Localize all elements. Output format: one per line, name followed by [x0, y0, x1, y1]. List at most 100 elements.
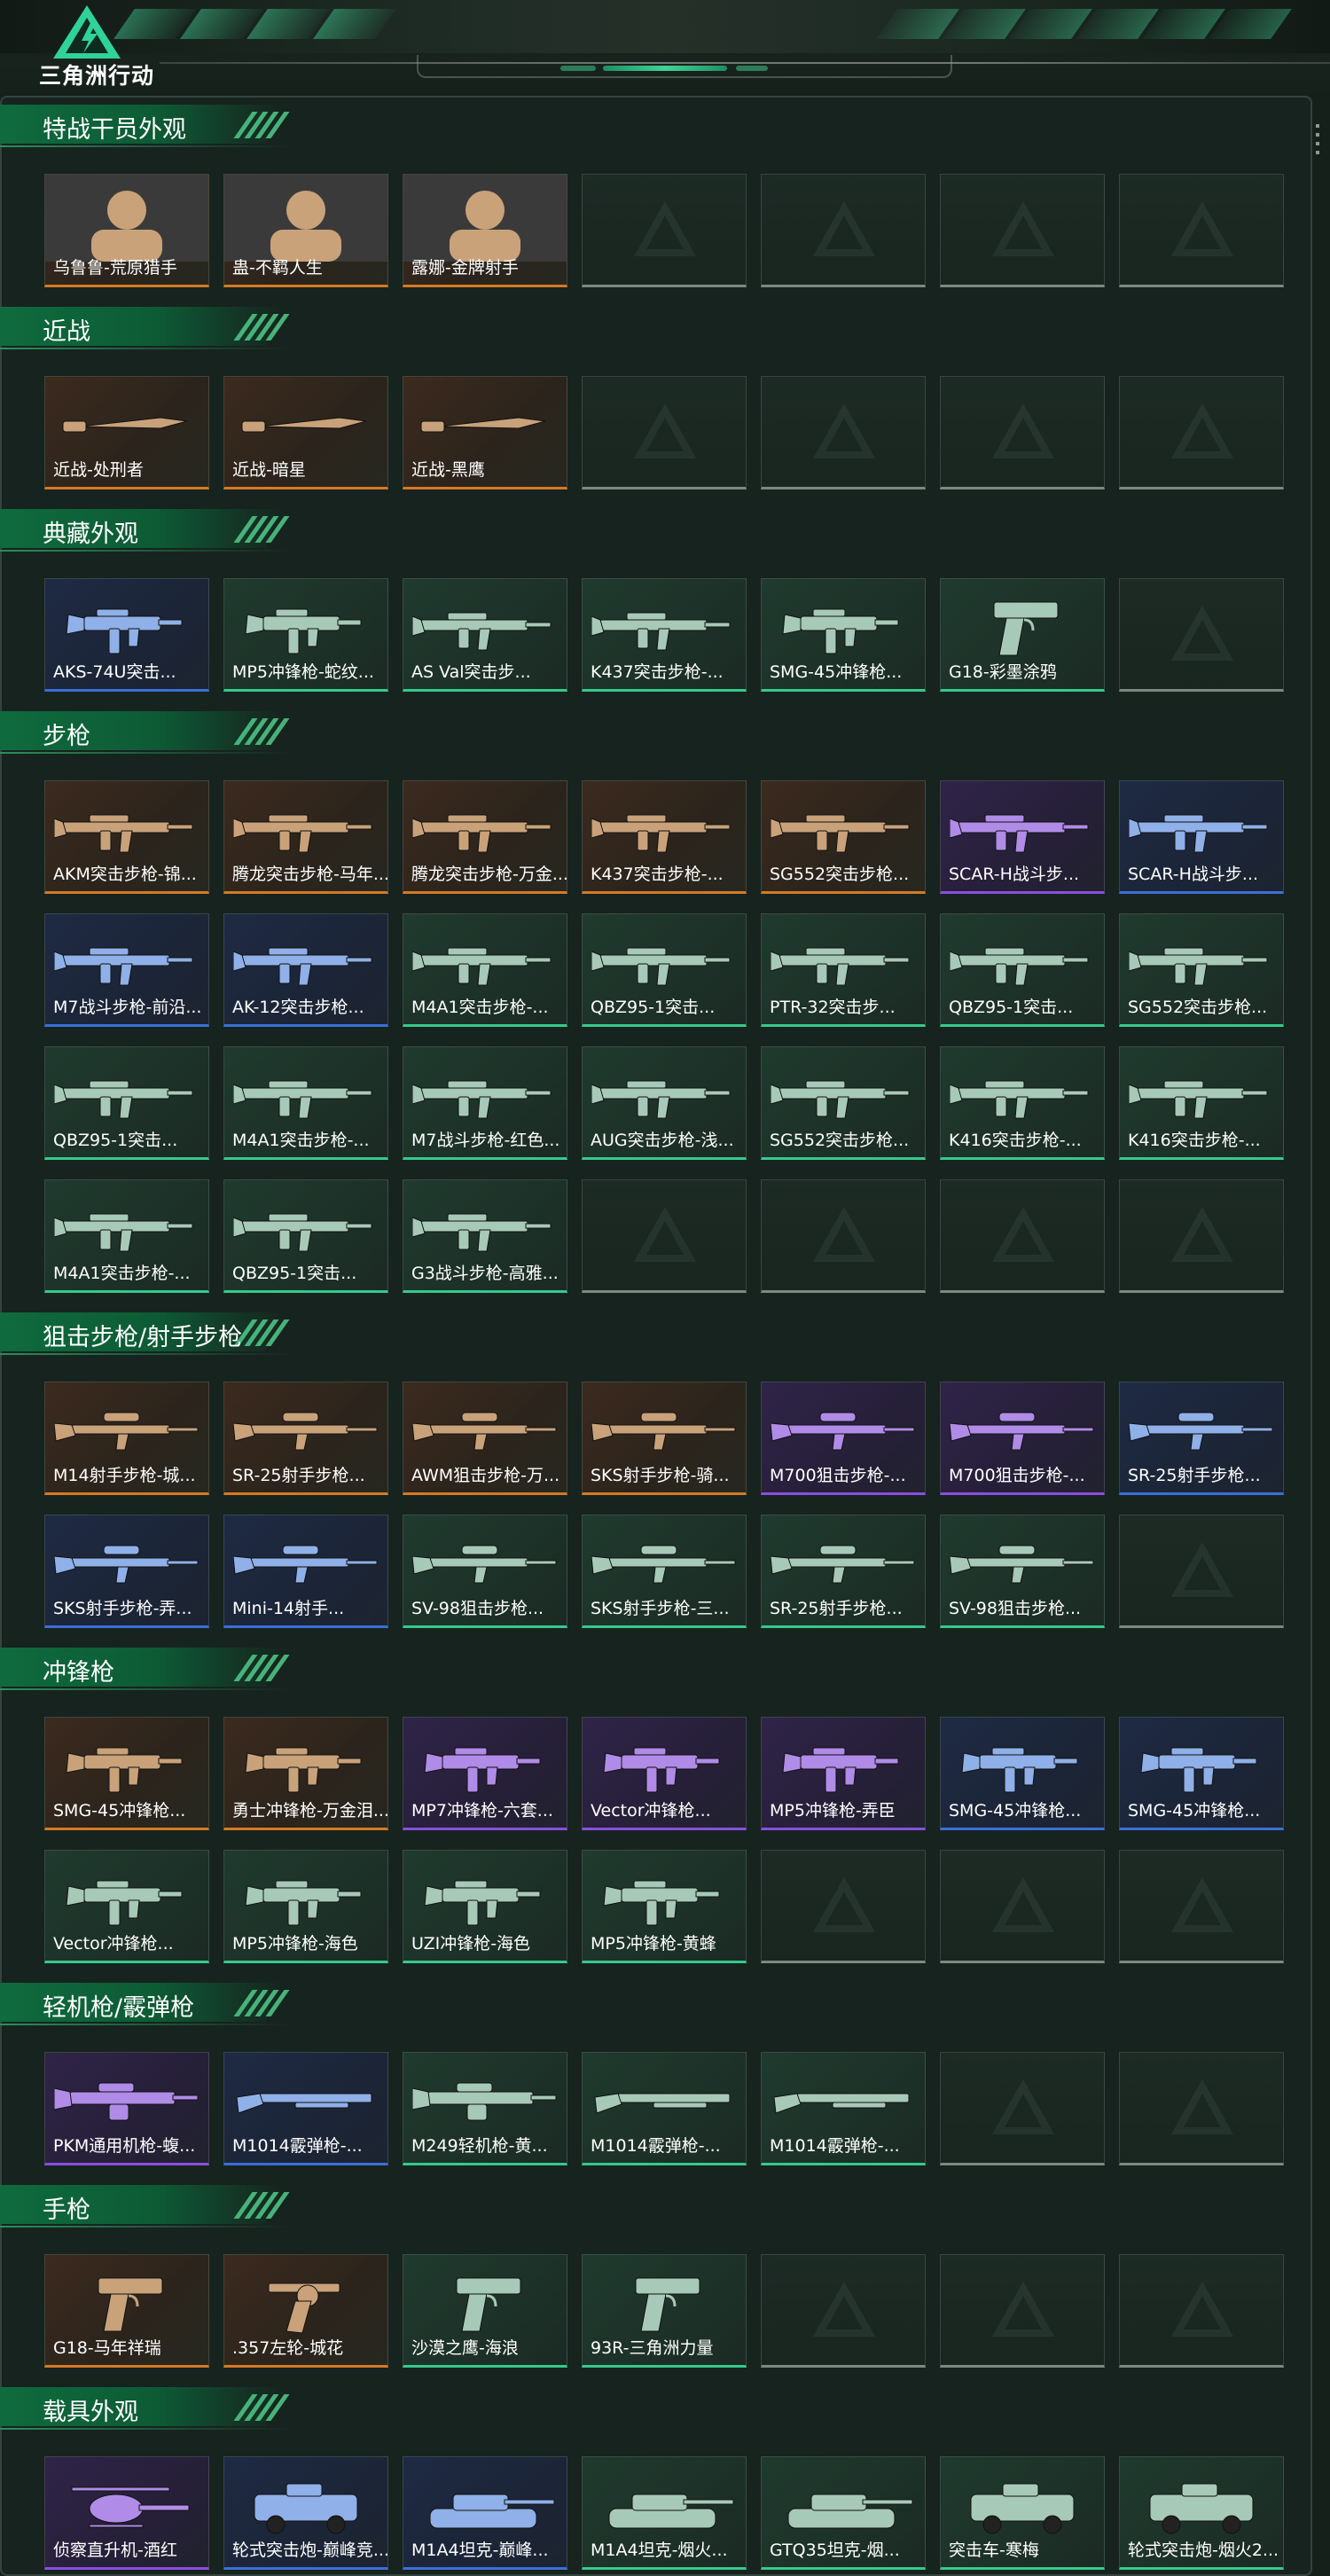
item-card[interactable]: 腾龙突击步枪-万金... [403, 780, 567, 894]
item-name: SR-25射手步枪... [232, 1466, 365, 1485]
item-card[interactable]: 突击车-寒梅 [940, 2456, 1105, 2570]
item-card[interactable]: PKM通用机枪-蝮... [44, 2052, 209, 2165]
item-card[interactable]: PTR-32突击步... [761, 913, 926, 1027]
item-card[interactable]: SG552突击步枪... [761, 780, 926, 894]
item-card[interactable]: AK-12突击步枪... [223, 913, 388, 1027]
item-name: QBZ95-1突击... [232, 1264, 357, 1283]
item-card[interactable]: M1014霰弹枪-... [582, 2052, 747, 2165]
item-card[interactable]: AWM狙击步枪-万... [403, 1382, 567, 1495]
item-card[interactable]: K416突击步枪-... [1119, 1046, 1284, 1160]
item-card[interactable]: Vector冲锋枪... [44, 1850, 209, 1963]
item-card[interactable]: K437突击步枪-... [582, 578, 747, 692]
item-card[interactable]: .357左轮-城花 [223, 2254, 388, 2368]
item-card[interactable]: SV-98狙击步枪... [940, 1515, 1105, 1628]
item-card[interactable]: K416突击步枪-... [940, 1046, 1105, 1160]
item-card[interactable]: G18-马年祥瑞 [44, 2254, 209, 2368]
item-name: 突击车-寒梅 [949, 2541, 1039, 2560]
item-card[interactable]: M4A1突击步枪-... [44, 1179, 209, 1293]
item-card[interactable]: G3战斗步枪-高雅... [403, 1179, 567, 1293]
item-card[interactable]: UZI冲锋枪-海色 [403, 1850, 567, 1963]
item-name: M4A1突击步枪-... [232, 1131, 370, 1150]
item-card[interactable]: SG552突击步枪... [761, 1046, 926, 1160]
melee-icon [233, 382, 379, 464]
item-card[interactable]: M700狙击步枪-... [761, 1382, 926, 1495]
item-card[interactable]: 轮式突击炮-烟火2... [1119, 2456, 1284, 2570]
delta-placeholder-icon [992, 403, 1054, 458]
item-card[interactable]: 近战-暗星 [223, 376, 388, 489]
section-header: 载具外观 [0, 2387, 293, 2430]
item-card[interactable]: M4A1突击步枪-... [403, 913, 567, 1027]
section-title: 轻机枪/霰弹枪 [43, 1994, 195, 2022]
item-card[interactable]: G18-彩墨涂鸦 [940, 578, 1105, 692]
item-name: MP5冲锋枪-弄臣 [770, 1801, 896, 1820]
item-name: 侦察直升机-酒红 [53, 2541, 177, 2560]
item-card[interactable]: M4A1突击步枪-... [223, 1046, 388, 1160]
item-card[interactable]: 近战-黑鹰 [403, 376, 567, 489]
item-card[interactable]: M1A4坦克-巅峰... [403, 2456, 567, 2570]
item-card[interactable]: M1014霰弹枪-... [223, 2052, 388, 2165]
scrollbar-handle[interactable] [1315, 124, 1320, 160]
item-card[interactable]: K437突击步枪-... [582, 780, 747, 894]
item-card[interactable]: SR-25射手步枪... [1119, 1382, 1284, 1495]
pistol-icon [54, 2260, 200, 2342]
item-card[interactable]: 近战-处刑者 [44, 376, 209, 489]
item-card[interactable]: AKM突击步枪-锦... [44, 780, 209, 894]
item-card[interactable]: M1A4坦克-烟火... [582, 2456, 747, 2570]
item-card[interactable]: 露娜-金牌射手 [403, 174, 567, 287]
item-name: AWM狙击步枪-万... [411, 1466, 560, 1485]
item-card[interactable]: 轮式突击炮-巅峰竞... [223, 2456, 388, 2570]
item-card[interactable]: GTQ35坦克-烟... [761, 2456, 926, 2570]
item-card[interactable]: SKS射手步枪-骑... [582, 1382, 747, 1495]
item-card[interactable]: 93R-三角洲力量 [582, 2254, 747, 2368]
item-card[interactable]: SMG-45冲锋枪... [1119, 1717, 1284, 1830]
item-card[interactable]: SMG-45冲锋枪... [44, 1717, 209, 1830]
smg-icon [591, 1723, 737, 1805]
item-name: SCAR-H战斗步... [1128, 865, 1259, 884]
item-card[interactable]: AS Val突击步... [403, 578, 567, 692]
item-card[interactable]: Mini-14射手... [223, 1515, 388, 1628]
empty-slot [761, 1850, 926, 1963]
item-card[interactable]: SKS射手步枪-三... [582, 1515, 747, 1628]
item-card[interactable]: 沙漠之鹰-海浪 [403, 2254, 567, 2368]
item-card[interactable]: QBZ95-1突击... [44, 1046, 209, 1160]
item-card[interactable]: QBZ95-1突击... [940, 913, 1105, 1027]
item-card[interactable]: SV-98狙击步枪... [403, 1515, 567, 1628]
header-indicator-left [560, 66, 596, 71]
item-card[interactable]: M1014霰弹枪-... [761, 2052, 926, 2165]
item-card[interactable]: 侦察直升机-酒红 [44, 2456, 209, 2570]
item-card[interactable]: AKS-74U突击... [44, 578, 209, 692]
item-card[interactable]: SG552突击步枪... [1119, 913, 1284, 1027]
item-card[interactable]: MP5冲锋枪-弄臣 [761, 1717, 926, 1830]
item-card[interactable]: SCAR-H战斗步... [1119, 780, 1284, 894]
item-card[interactable]: SR-25射手步枪... [761, 1515, 926, 1628]
item-card[interactable]: QBZ95-1突击... [582, 913, 747, 1027]
item-card[interactable]: QBZ95-1突击... [223, 1179, 388, 1293]
item-card[interactable]: 乌鲁鲁-荒原猎手 [44, 174, 209, 287]
item-card[interactable]: M14射手步枪-城... [44, 1382, 209, 1495]
item-name: SCAR-H战斗步... [949, 865, 1080, 884]
item-card[interactable]: Vector冲锋枪... [582, 1717, 747, 1830]
item-card[interactable]: M7战斗步枪-红色... [403, 1046, 567, 1160]
empty-slot [940, 1179, 1105, 1293]
item-card[interactable]: MP5冲锋枪-黄蜂 [582, 1850, 747, 1963]
item-card[interactable]: M7战斗步枪-前沿... [44, 913, 209, 1027]
item-card[interactable]: 蛊-不羁人生 [223, 174, 388, 287]
item-card[interactable]: MP5冲锋枪-蛇纹... [223, 578, 388, 692]
item-card[interactable]: SMG-45冲锋枪... [940, 1717, 1105, 1830]
item-card[interactable]: AUG突击步枪-浅... [582, 1046, 747, 1160]
item-card[interactable]: MP5冲锋枪-海色 [223, 1850, 388, 1963]
item-card[interactable]: M700狙击步枪-... [940, 1382, 1105, 1495]
item-card[interactable]: M249轻机枪-黄... [403, 2052, 567, 2165]
section-header: 近战 [0, 307, 293, 349]
item-card[interactable]: 腾龙突击步枪-马年... [223, 780, 388, 894]
item-card[interactable]: SR-25射手步枪... [223, 1382, 388, 1495]
section-header-stripes [233, 2394, 291, 2421]
item-card[interactable]: 勇士冲锋枪-万金泪... [223, 1717, 388, 1830]
item-card[interactable]: SCAR-H战斗步... [940, 780, 1105, 894]
delta-placeholder-icon [1171, 2282, 1233, 2337]
item-card[interactable]: MP7冲锋枪-六套... [403, 1717, 567, 1830]
section-title: 手枪 [43, 2196, 90, 2224]
item-card[interactable]: SMG-45冲锋枪... [761, 578, 926, 692]
delta-placeholder-icon [1171, 201, 1233, 256]
item-card[interactable]: SKS射手步枪-弄... [44, 1515, 209, 1628]
